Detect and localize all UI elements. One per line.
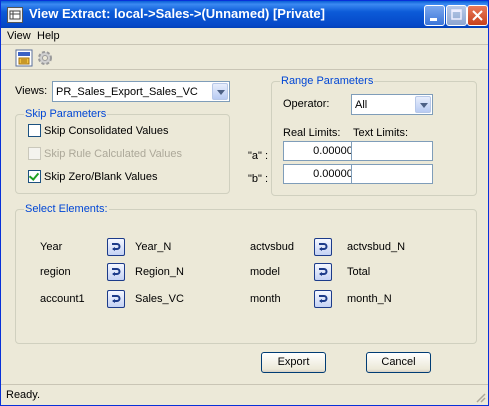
subset-label: Sales_VC [135, 293, 184, 305]
a-label: "a" : [248, 150, 269, 162]
menu-view[interactable]: View [7, 30, 31, 42]
subset-label: Total [347, 266, 371, 278]
dimension-label: Year [40, 241, 63, 253]
skip-zero-blank-checkbox[interactable] [28, 170, 41, 183]
chevron-down-icon[interactable] [415, 96, 431, 113]
dimension-label: account1 [40, 293, 85, 305]
subset-label: month_N [347, 293, 392, 305]
minimize-button[interactable] [424, 5, 445, 26]
operator-label: Operator: [283, 98, 330, 110]
settings-icon[interactable] [36, 49, 54, 67]
b-label: "b" : [248, 173, 269, 185]
dimension-label: region [40, 266, 71, 278]
toolbar [1, 46, 488, 70]
close-button[interactable] [467, 5, 488, 26]
subset-label: actvsbud_N [347, 241, 406, 253]
save-view-icon[interactable] [15, 49, 33, 67]
subset-editor-icon[interactable] [314, 238, 332, 256]
app-icon [7, 7, 23, 23]
operator-dropdown[interactable]: All [351, 94, 433, 115]
select-elements-title: Select Elements: [24, 203, 109, 215]
views-label: Views: [15, 85, 48, 97]
text-limits-label: Text Limits: [353, 127, 409, 139]
window-title: View Extract: local->Sales->(Unnamed) [P… [29, 6, 325, 21]
skip-consolidated-label: Skip Consolidated Values [44, 125, 169, 137]
menu-help[interactable]: Help [37, 30, 60, 42]
view-extract-window: View Extract: local->Sales->(Unnamed) [P… [0, 0, 489, 406]
views-selected: PR_Sales_Export_Sales_VC [56, 86, 198, 98]
a-text-input[interactable] [351, 141, 433, 161]
subset-editor-icon[interactable] [107, 238, 125, 256]
skip-consolidated-checkbox[interactable] [28, 124, 41, 137]
views-dropdown[interactable]: PR_Sales_Export_Sales_VC [52, 81, 230, 102]
dimension-label: model [250, 266, 280, 278]
status-bar: Ready. [1, 384, 488, 405]
cancel-button[interactable]: Cancel [366, 352, 431, 373]
subset-editor-icon[interactable] [107, 263, 125, 281]
title-bar[interactable]: View Extract: local->Sales->(Unnamed) [P… [1, 1, 488, 28]
skip-rule-calculated-checkbox [28, 147, 41, 160]
subset-label: Year_N [135, 241, 172, 253]
real-limits-label: Real Limits: [283, 127, 341, 139]
skip-parameters-title: Skip Parameters [24, 108, 108, 120]
maximize-button[interactable] [446, 5, 467, 26]
select-elements-group: Select Elements: [15, 203, 477, 344]
dimension-label: month [250, 293, 281, 305]
range-parameters-title: Range Parameters [280, 75, 375, 87]
operator-selected: All [355, 99, 368, 111]
subset-editor-icon[interactable] [314, 290, 332, 308]
resize-grip-icon[interactable] [474, 391, 486, 403]
dimension-label: actvsbud [250, 241, 295, 253]
b-text-input[interactable] [351, 164, 433, 184]
menu-bar: View Help [1, 28, 488, 45]
subset-label: Region_N [135, 266, 184, 278]
subset-editor-icon[interactable] [107, 290, 125, 308]
export-button[interactable]: Export [261, 352, 326, 373]
status-text: Ready. [6, 389, 41, 401]
skip-rule-calculated-label: Skip Rule Calculated Values [44, 148, 182, 160]
subset-editor-icon[interactable] [314, 263, 332, 281]
chevron-down-icon[interactable] [212, 83, 228, 100]
skip-zero-blank-label: Skip Zero/Blank Values [44, 171, 158, 183]
